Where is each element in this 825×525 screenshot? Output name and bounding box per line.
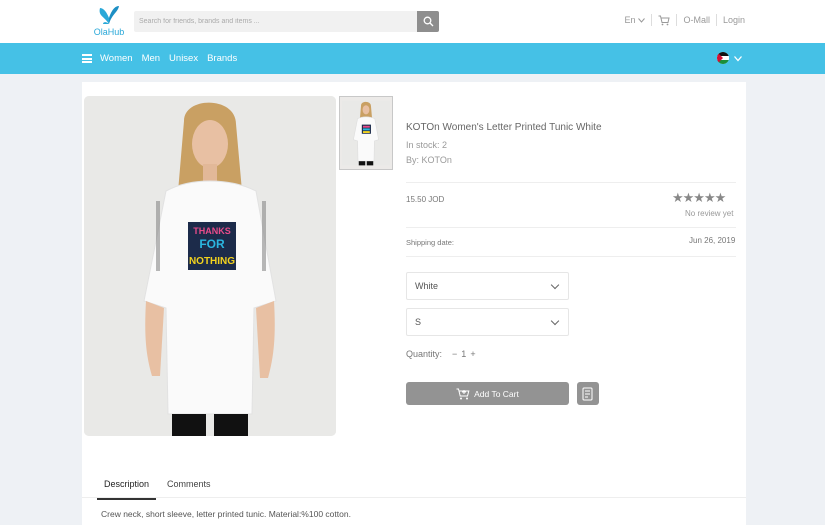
thumbnail-photo bbox=[342, 100, 390, 166]
divider bbox=[406, 256, 736, 257]
product-thumbnail[interactable] bbox=[339, 96, 393, 170]
wishlist-icon bbox=[582, 387, 593, 400]
login-link[interactable]: Login bbox=[723, 15, 745, 25]
add-to-cart-label: Add To Cart bbox=[474, 388, 519, 399]
nav-item-men[interactable]: Men bbox=[142, 53, 160, 64]
quantity-increase-button[interactable]: + bbox=[470, 349, 475, 359]
product-photo: THANKS FOR NOTHING bbox=[84, 96, 336, 436]
cart-icon bbox=[456, 388, 470, 399]
divider bbox=[406, 227, 736, 228]
size-select[interactable]: S bbox=[406, 308, 569, 336]
chevron-down-icon bbox=[550, 280, 560, 290]
search-bar bbox=[134, 11, 439, 32]
product-price: 15.50 JOD bbox=[406, 195, 445, 204]
nav-item-unisex[interactable]: Unisex bbox=[169, 53, 198, 64]
olahub-logo[interactable]: OlaHub bbox=[92, 4, 126, 38]
size-select-value: S bbox=[415, 317, 422, 327]
butterfly-icon bbox=[99, 6, 119, 24]
chevron-down-icon[interactable] bbox=[734, 56, 742, 62]
stock-text: In stock: 2 bbox=[406, 140, 448, 150]
language-selector[interactable]: En bbox=[624, 15, 646, 25]
shirt-print-line3: NOTHING bbox=[189, 256, 235, 267]
o-mall-link[interactable]: O-Mall bbox=[683, 15, 710, 25]
shipping-label: Shipping date: bbox=[406, 238, 454, 247]
country-flag-icon[interactable] bbox=[717, 52, 729, 64]
divider bbox=[651, 14, 653, 26]
add-to-cart-button[interactable]: Add To Cart bbox=[406, 382, 569, 405]
product-title: KOTOn Women's Letter Printed Tunic White bbox=[406, 122, 602, 133]
color-select[interactable]: White bbox=[406, 272, 569, 300]
nav-item-women[interactable]: Women bbox=[100, 53, 133, 64]
chevron-down-icon bbox=[638, 17, 646, 23]
product-main-image[interactable]: THANKS FOR NOTHING bbox=[84, 96, 336, 436]
top-nav: En O-Mall Login bbox=[624, 14, 745, 26]
description-text: Crew neck, short sleeve, letter printed … bbox=[101, 509, 351, 519]
quantity-stepper: Quantity: − 1 + bbox=[406, 349, 476, 359]
search-icon bbox=[423, 16, 433, 27]
brand-link[interactable]: By: KOTOn bbox=[406, 155, 452, 165]
divider bbox=[715, 14, 717, 26]
quantity-label: Quantity: bbox=[406, 349, 443, 359]
rating-stars: ★★★★★ bbox=[672, 190, 726, 205]
menu-icon[interactable] bbox=[82, 54, 92, 63]
wishlist-button[interactable] bbox=[577, 382, 599, 405]
shirt-print-line2: FOR bbox=[199, 237, 225, 251]
search-button[interactable] bbox=[417, 11, 439, 32]
top-header: OlaHub En O-Mall Login bbox=[0, 0, 825, 43]
divider bbox=[82, 497, 746, 498]
divider bbox=[406, 182, 736, 183]
shipping-date: Jun 26, 2019 bbox=[689, 236, 736, 245]
nav-item-brands[interactable]: Brands bbox=[207, 53, 237, 64]
shirt-print-line1: THANKS bbox=[193, 226, 231, 236]
logo-text: OlaHub bbox=[93, 27, 125, 37]
search-input[interactable] bbox=[134, 11, 417, 32]
language-label: En bbox=[624, 15, 636, 25]
cart-icon[interactable] bbox=[658, 15, 671, 26]
category-navbar: Women Men Unisex Brands bbox=[0, 43, 825, 74]
color-select-value: White bbox=[415, 281, 439, 291]
quantity-value: 1 bbox=[461, 349, 467, 359]
review-status: No review yet bbox=[685, 209, 734, 218]
divider bbox=[676, 14, 678, 26]
quantity-decrease-button[interactable]: − bbox=[452, 349, 457, 359]
category-links: Women Men Unisex Brands bbox=[100, 53, 246, 64]
chevron-down-icon bbox=[550, 316, 560, 326]
